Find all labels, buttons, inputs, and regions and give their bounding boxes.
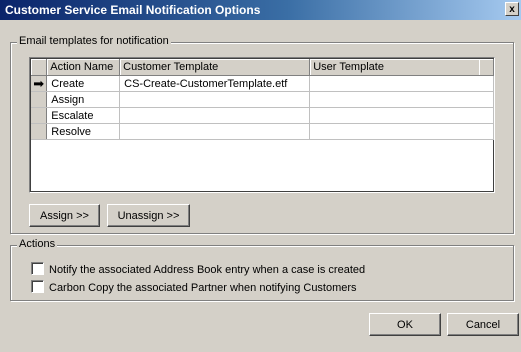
action-name-cell[interactable]: Create [46, 75, 121, 92]
table-row[interactable]: Assign [31, 91, 494, 108]
customer-template-cell[interactable]: CS-Create-CustomerTemplate.etf [119, 75, 311, 92]
cancel-button[interactable]: Cancel [447, 313, 519, 336]
column-header-customer-template[interactable]: Customer Template [119, 59, 311, 76]
actions-group: Actions Notify the associated Address Bo… [10, 238, 514, 301]
window-title: Customer Service Email Notification Opti… [5, 3, 261, 17]
user-template-cell[interactable] [309, 107, 494, 124]
row-selector-header [31, 59, 48, 76]
notify-address-book-label: Notify the associated Address Book entry… [49, 264, 366, 276]
action-name-cell[interactable]: Resolve [46, 123, 121, 140]
user-template-cell[interactable] [309, 123, 494, 140]
action-name-cell[interactable]: Escalate [46, 107, 121, 124]
email-templates-group: Email templates for notification Action … [10, 35, 514, 234]
column-header-action-name[interactable]: Action Name [46, 59, 121, 76]
templates-grid[interactable]: Action Name Customer Template User Templ… [29, 57, 495, 193]
row-selector[interactable] [31, 123, 48, 140]
email-templates-group-label: Email templates for notification [17, 35, 171, 47]
title-bar: Customer Service Email Notification Opti… [0, 0, 521, 20]
table-row[interactable]: Escalate [31, 107, 494, 124]
table-row[interactable]: ➡ Create CS-Create-CustomerTemplate.etf [31, 75, 494, 92]
assign-button[interactable]: Assign >> [29, 204, 100, 227]
row-selector[interactable] [31, 107, 48, 124]
customer-template-cell[interactable] [119, 107, 311, 124]
grid-header-row: Action Name Customer Template User Templ… [31, 59, 494, 76]
unassign-button[interactable]: Unassign >> [107, 204, 190, 227]
notify-address-book-checkbox[interactable] [31, 262, 44, 275]
user-template-cell[interactable] [309, 91, 494, 108]
user-template-cell[interactable] [309, 75, 494, 92]
table-row[interactable]: Resolve [31, 123, 494, 140]
header-filler [479, 59, 493, 76]
arrow-right-icon: ➡ [31, 75, 48, 92]
customer-template-cell[interactable] [119, 123, 311, 140]
column-header-user-template[interactable]: User Template [309, 59, 494, 76]
row-selector[interactable] [31, 91, 48, 108]
carbon-copy-partner-label: Carbon Copy the associated Partner when … [49, 282, 357, 294]
carbon-copy-partner-checkbox[interactable] [31, 280, 44, 293]
notify-address-book-option[interactable]: Notify the associated Address Book entry… [31, 262, 365, 276]
customer-template-cell[interactable] [119, 91, 311, 108]
ok-button[interactable]: OK [369, 313, 441, 336]
close-button[interactable]: x [505, 2, 519, 16]
carbon-copy-partner-option[interactable]: Carbon Copy the associated Partner when … [31, 280, 357, 294]
actions-group-label: Actions [17, 238, 58, 250]
action-name-cell[interactable]: Assign [46, 91, 121, 108]
